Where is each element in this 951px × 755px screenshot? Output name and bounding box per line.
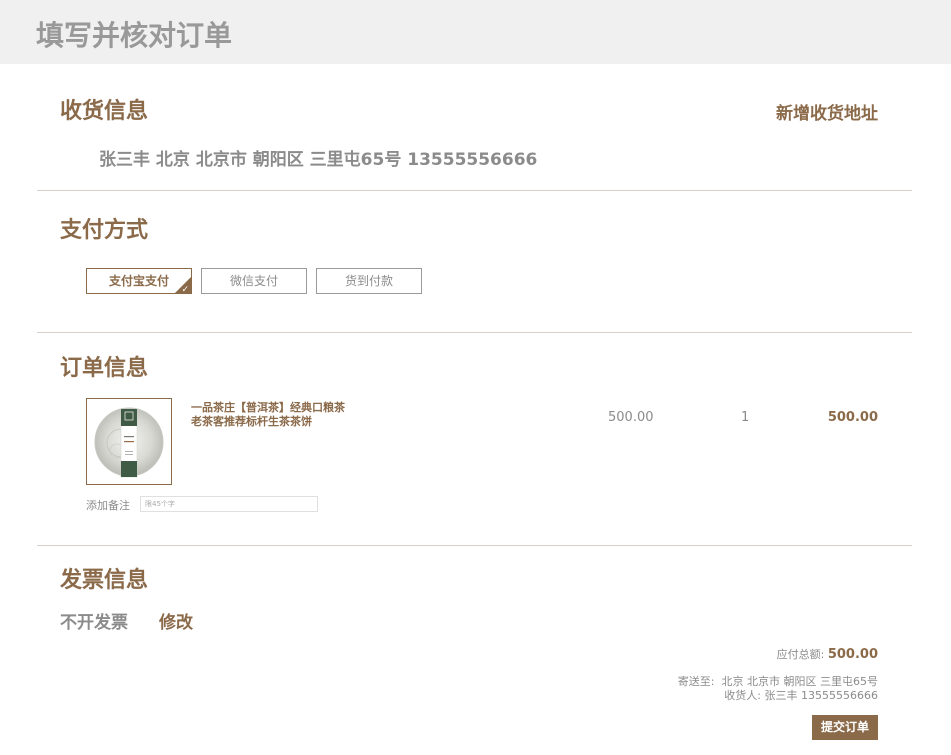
payment-option-label: 支付宝支付 [108,274,169,288]
remark-label: 添加备注 [86,499,130,512]
invoice-section-title: 发票信息 [60,568,149,593]
receiver-label: 收货人: [724,689,762,702]
total-amount: 500.00 [827,647,878,662]
payment-option-label: 微信支付 [229,274,278,288]
product-name-line2: 老茶客推荐标杆生茶茶饼 [191,415,312,428]
receiver-value: 张三丰 13555556666 [764,689,878,702]
payment-option-label: 货到付款 [344,274,393,288]
invoice-edit-link[interactable]: 修改 [159,608,193,633]
product-price: 500.00 [608,410,654,425]
divider [37,190,912,191]
product-name[interactable]: 一品茶庄【普洱茶】经典口粮茶 老茶客推荐标杆生茶茶饼 [191,401,371,429]
total-row: 应付总额: 500.00 [777,646,878,662]
order-section-title: 订单信息 [60,356,149,381]
payment-option-wechat[interactable]: 微信支付 [201,268,307,294]
divider [37,545,912,546]
receiver-row: 收货人: 张三丰 13555556666 [724,687,878,703]
invoice-status: 不开发票 [60,613,128,633]
shipping-section-title: 收货信息 [60,99,149,124]
ship-to-label: 寄送至: [677,675,715,688]
shipping-address[interactable]: 张三丰 北京 北京市 朝阳区 三里屯65号 13555556666 [99,145,537,170]
product-image[interactable] [86,398,172,485]
divider [37,332,912,333]
product-subtotal: 500.00 [827,410,878,425]
remark-input[interactable] [140,496,318,512]
payment-section-title: 支付方式 [60,218,149,243]
header-bar: 填写并核对订单 [0,0,951,64]
tea-cake-icon [94,407,164,478]
submit-order-button[interactable]: 提交订单 [812,715,878,740]
page-title: 填写并核对订单 [36,19,233,52]
total-label: 应付总额: [776,648,825,661]
payment-option-alipay[interactable]: 支付宝支付 ✓ [86,268,192,295]
product-quantity: 1 [741,410,750,425]
product-name-line1: 一品茶庄【普洱茶】经典口粮茶 [191,401,345,414]
payment-option-cod[interactable]: 货到付款 [316,268,422,294]
add-address-link[interactable]: 新增收货地址 [776,99,878,124]
check-icon: ✓ [181,285,189,295]
